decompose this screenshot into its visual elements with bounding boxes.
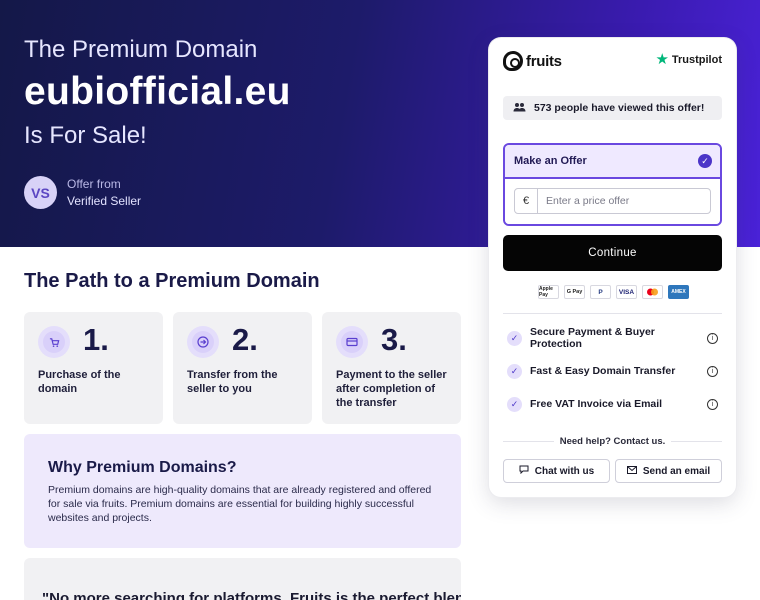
step-text: Transfer from the seller to you — [187, 369, 278, 395]
payment-methods: Apple Pay G Pay P VISA AMEX — [538, 285, 689, 299]
apple-pay-icon: Apple Pay — [538, 285, 559, 299]
step-badge — [38, 326, 70, 358]
divider — [503, 313, 722, 314]
make-offer-option[interactable]: Make an Offer ✓ € — [503, 143, 722, 226]
feature-label: Free VAT Invoice via Email — [530, 398, 663, 410]
viewers-banner: 573 people have viewed this offer! — [503, 96, 722, 120]
info-icon[interactable]: i — [707, 365, 718, 377]
help-divider: Need help? Contact us. — [503, 436, 723, 447]
check-icon: ✓ — [698, 154, 712, 168]
star-icon: ★ — [655, 51, 669, 68]
cart-icon — [43, 331, 65, 353]
google-pay-icon: G Pay — [564, 285, 585, 299]
trustpilot-badge[interactable]: ★ Trustpilot — [655, 51, 722, 68]
path-title: The Path to a Premium Domain — [24, 270, 320, 292]
step-badge — [187, 326, 219, 358]
step-card-1: 1. Purchase of the domain — [24, 312, 163, 424]
info-icon[interactable]: i — [707, 398, 718, 410]
price-offer-input[interactable] — [538, 189, 710, 213]
divider — [503, 441, 554, 442]
continue-button[interactable]: Continue — [503, 235, 722, 271]
seller-avatar: VS — [24, 176, 57, 209]
mastercard-icon — [642, 285, 663, 299]
step-card-3: 3. Payment to the seller after completio… — [322, 312, 461, 424]
payment-label: P — [598, 288, 603, 296]
make-offer-header[interactable]: Make an Offer ✓ — [505, 145, 720, 179]
feature-domain-transfer: ✓ Fast & Easy Domain Transfer i — [503, 362, 722, 380]
payment-label: AMEX — [671, 289, 686, 295]
domain-name: eubiofficial.eu — [24, 70, 291, 113]
check-icon: ✓ — [507, 396, 522, 412]
price-offer-field[interactable]: € — [514, 188, 711, 214]
step-badge — [336, 326, 368, 358]
feature-vat-invoice: ✓ Free VAT Invoice via Email i — [503, 395, 722, 413]
paypal-icon: P — [590, 285, 611, 299]
arrow-right-circle-icon — [192, 331, 214, 353]
visa-icon: VISA — [616, 285, 637, 299]
brand-name: fruits — [526, 52, 562, 70]
payment-label: Apple Pay — [539, 286, 553, 298]
offer-body: € — [505, 179, 720, 224]
help-text: Need help? Contact us. — [559, 436, 666, 447]
why-title: Why Premium Domains? — [48, 459, 237, 476]
hero-posttitle: Is For Sale! — [24, 122, 147, 149]
testimonial-text: "No more searching for platforms. Fruits… — [42, 590, 461, 600]
why-premium-box: Why Premium Domains? Premium domains are… — [24, 434, 461, 548]
chat-icon — [519, 465, 529, 477]
payment-label: G Pay — [566, 289, 583, 295]
fruits-logo-icon — [503, 51, 523, 71]
step-number: 3. — [381, 322, 407, 357]
step-card-2: 2. Transfer from the seller to you — [173, 312, 312, 424]
trustpilot-label: Trustpilot — [671, 54, 722, 66]
why-body: Premium domains are high-quality domains… — [48, 484, 432, 524]
check-icon: ✓ — [507, 330, 522, 346]
currency-label: € — [515, 189, 538, 213]
feature-label: Fast & Easy Domain Transfer — [530, 365, 676, 377]
check-icon: ✓ — [507, 363, 522, 379]
fruits-logo: fruits — [503, 51, 562, 71]
card-icon — [341, 331, 363, 353]
chat-button[interactable]: Chat with us — [503, 459, 610, 483]
hero-pretitle: The Premium Domain — [24, 36, 258, 63]
step-number: 1. — [83, 322, 109, 357]
chat-label: Chat with us — [534, 465, 595, 477]
email-label: Send an email — [642, 465, 711, 477]
divider — [671, 441, 723, 442]
info-icon[interactable]: i — [707, 332, 718, 344]
testimonial-box: "No more searching for platforms. Fruits… — [24, 558, 461, 600]
amex-icon: AMEX — [668, 285, 689, 299]
feature-secure-payment: ✓ Secure Payment & Buyer Protection i — [503, 326, 722, 350]
offer-from-label: Offer from — [67, 177, 121, 191]
offer-card: fruits ★ Trustpilot 573 people have view… — [489, 38, 736, 497]
step-text: Purchase of the domain — [38, 369, 121, 395]
step-number: 2. — [232, 322, 258, 357]
mail-icon — [626, 465, 637, 477]
viewers-text: 573 people have viewed this offer! — [534, 102, 705, 114]
feature-label: Secure Payment & Buyer Protection — [530, 326, 655, 350]
make-offer-label: Make an Offer — [514, 155, 587, 167]
step-text: Payment to the seller after completion o… — [336, 369, 447, 409]
seller-name: Verified Seller — [67, 194, 142, 208]
payment-label: VISA — [618, 288, 635, 296]
users-icon — [513, 102, 526, 115]
email-button[interactable]: Send an email — [615, 459, 722, 483]
